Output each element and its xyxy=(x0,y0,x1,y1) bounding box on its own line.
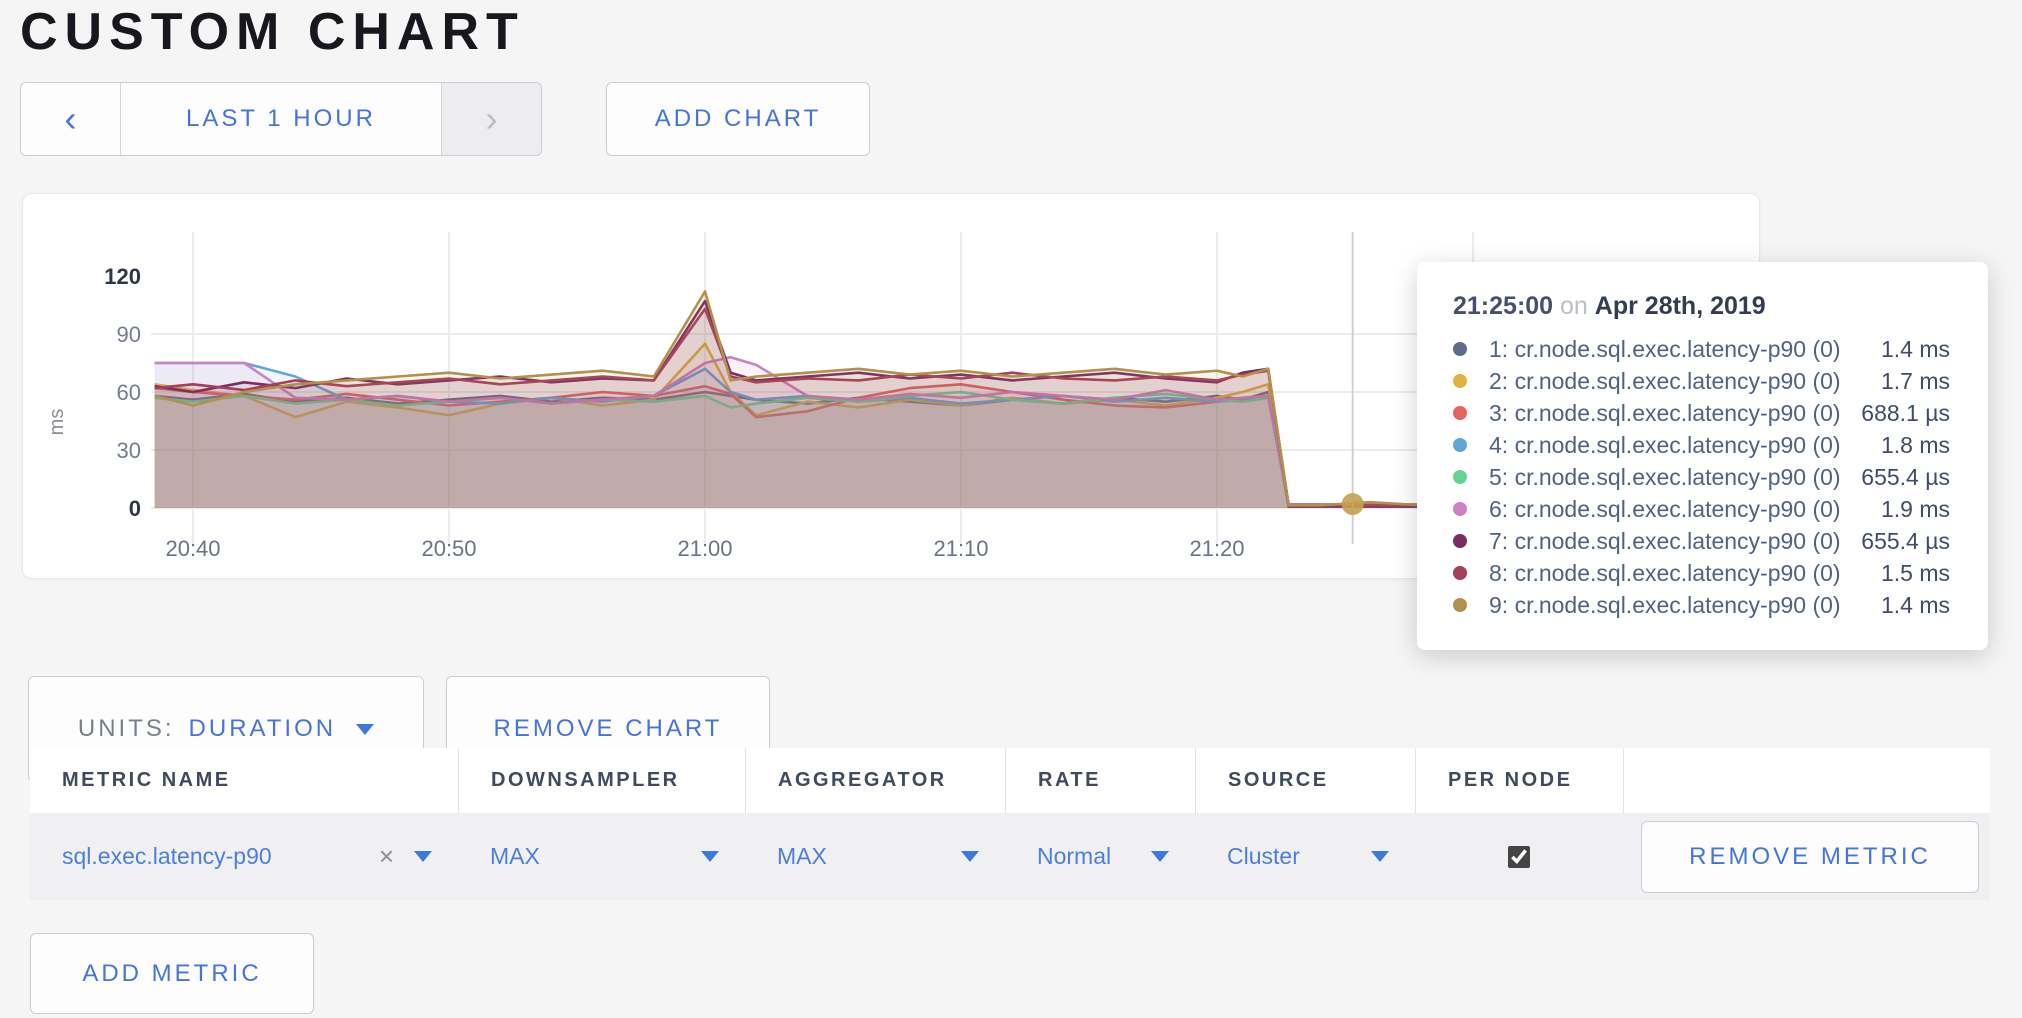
chart-hover-tooltip: 21:25:00 on Apr 28th, 2019 1: cr.node.sq… xyxy=(1417,262,1988,650)
x-tick-label: 21:10 xyxy=(933,536,988,561)
tooltip-series-row: 7: cr.node.sql.exec.latency-p90 (0)655.4… xyxy=(1453,525,1950,557)
col-header-metric-name: METRIC NAME xyxy=(30,748,458,813)
chevron-left-icon: ‹ xyxy=(65,101,77,137)
series-color-dot xyxy=(1453,566,1467,580)
x-tick-label: 20:40 xyxy=(165,536,220,561)
chevron-down-icon xyxy=(356,724,374,735)
metric-name-controls: × xyxy=(379,841,432,872)
col-header-source: SOURCE xyxy=(1195,748,1415,813)
aggregator-select[interactable]: MAX xyxy=(745,843,1005,870)
remove-metric-button[interactable]: REMOVE METRIC xyxy=(1641,821,1979,893)
tooltip-series-list: 1: cr.node.sql.exec.latency-p90 (0)1.4 m… xyxy=(1453,333,1950,621)
actions-cell: REMOVE METRIC xyxy=(1623,821,1990,893)
series-color-dot xyxy=(1453,470,1467,484)
col-header-aggregator: AGGREGATOR xyxy=(745,748,1005,813)
metric-name-dropdown[interactable]: sql.exec.latency-p90 xyxy=(62,843,379,870)
series-label: 8: cr.node.sql.exec.latency-p90 (0) xyxy=(1489,560,1881,587)
metric-name-cell: sql.exec.latency-p90 × xyxy=(30,841,458,872)
metric-table-row: sql.exec.latency-p90 × MAX MAX Normal Cl… xyxy=(30,813,1990,900)
series-color-dot xyxy=(1453,502,1467,516)
units-value: DURATION xyxy=(189,715,337,743)
add-chart-button[interactable]: ADD CHART xyxy=(606,82,870,156)
series-color-dot xyxy=(1453,406,1467,420)
tooltip-series-row: 9: cr.node.sql.exec.latency-p90 (0)1.4 m… xyxy=(1453,589,1950,621)
series-label: 6: cr.node.sql.exec.latency-p90 (0) xyxy=(1489,496,1881,523)
tooltip-series-row: 5: cr.node.sql.exec.latency-p90 (0)655.4… xyxy=(1453,461,1950,493)
series-value: 688.1 µs xyxy=(1861,400,1950,427)
col-header-downsampler: DOWNSAMPLER xyxy=(458,748,745,813)
chevron-down-icon xyxy=(701,851,719,862)
series-label: 2: cr.node.sql.exec.latency-p90 (0) xyxy=(1489,368,1881,395)
series-label: 1: cr.node.sql.exec.latency-p90 (0) xyxy=(1489,336,1881,363)
chevron-down-icon xyxy=(1371,851,1389,862)
y-tick-label: 120 xyxy=(104,264,141,289)
series-area-9 xyxy=(155,292,1550,509)
series-color-dot xyxy=(1453,534,1467,548)
units-label: UNITS: xyxy=(78,715,175,743)
series-value: 655.4 µs xyxy=(1861,528,1950,555)
source-value: Cluster xyxy=(1227,843,1300,870)
y-tick-label: 60 xyxy=(117,380,141,405)
series-value: 1.4 ms xyxy=(1881,336,1950,363)
y-tick-label: 0 xyxy=(129,496,141,521)
tooltip-series-row: 1: cr.node.sql.exec.latency-p90 (0)1.4 m… xyxy=(1453,333,1950,365)
time-window-current-button[interactable]: LAST 1 HOUR xyxy=(121,83,441,155)
y-axis-unit-label: ms xyxy=(46,409,68,436)
series-label: 3: cr.node.sql.exec.latency-p90 (0) xyxy=(1489,400,1861,427)
tooltip-date: Apr 28th, 2019 xyxy=(1595,292,1766,320)
col-header-rate: RATE xyxy=(1005,748,1195,813)
x-tick-label: 21:20 xyxy=(1189,536,1244,561)
series-value: 1.9 ms xyxy=(1881,496,1950,523)
time-window-selector: ‹ LAST 1 HOUR › xyxy=(20,82,542,156)
per-node-cell xyxy=(1415,846,1623,868)
time-window-next-button[interactable]: › xyxy=(441,83,541,155)
y-tick-label: 90 xyxy=(117,322,141,347)
per-node-checkbox[interactable] xyxy=(1508,846,1530,868)
tooltip-time: 21:25:00 xyxy=(1453,292,1553,320)
page-title: CUSTOM CHART xyxy=(20,2,525,62)
tooltip-series-row: 8: cr.node.sql.exec.latency-p90 (0)1.5 m… xyxy=(1453,557,1950,589)
series-label: 9: cr.node.sql.exec.latency-p90 (0) xyxy=(1489,592,1881,619)
rate-select[interactable]: Normal xyxy=(1005,843,1195,870)
series-value: 1.4 ms xyxy=(1881,592,1950,619)
series-label: 5: cr.node.sql.exec.latency-p90 (0) xyxy=(1489,464,1861,491)
chevron-down-icon[interactable] xyxy=(414,851,432,862)
col-header-per-node: PER NODE xyxy=(1415,748,1623,813)
chevron-down-icon xyxy=(961,851,979,862)
tooltip-title: 21:25:00 on Apr 28th, 2019 xyxy=(1453,292,1950,321)
series-color-dot xyxy=(1453,342,1467,356)
clear-metric-icon[interactable]: × xyxy=(379,841,394,872)
hover-point xyxy=(1342,493,1364,515)
chevron-right-icon: › xyxy=(486,101,498,137)
chevron-down-icon xyxy=(1151,851,1169,862)
series-value: 1.8 ms xyxy=(1881,432,1950,459)
series-color-dot xyxy=(1453,598,1467,612)
series-value: 1.7 ms xyxy=(1881,368,1950,395)
series-value: 1.5 ms xyxy=(1881,560,1950,587)
tooltip-series-row: 2: cr.node.sql.exec.latency-p90 (0)1.7 m… xyxy=(1453,365,1950,397)
series-label: 7: cr.node.sql.exec.latency-p90 (0) xyxy=(1489,528,1861,555)
tooltip-series-row: 6: cr.node.sql.exec.latency-p90 (0)1.9 m… xyxy=(1453,493,1950,525)
col-header-actions xyxy=(1623,748,1990,813)
downsampler-select[interactable]: MAX xyxy=(458,843,745,870)
tooltip-connector: on xyxy=(1560,292,1595,320)
x-tick-label: 20:50 xyxy=(421,536,476,561)
series-color-dot xyxy=(1453,438,1467,452)
series-label: 4: cr.node.sql.exec.latency-p90 (0) xyxy=(1489,432,1881,459)
custom-chart-page: CUSTOM CHART ‹ LAST 1 HOUR › ADD CHART 0… xyxy=(0,0,2022,1018)
source-select[interactable]: Cluster xyxy=(1195,843,1415,870)
rate-value: Normal xyxy=(1037,843,1111,870)
aggregator-value: MAX xyxy=(777,843,827,870)
series-value: 655.4 µs xyxy=(1861,464,1950,491)
x-tick-label: 21:00 xyxy=(677,536,732,561)
time-window-prev-button[interactable]: ‹ xyxy=(21,83,121,155)
tooltip-series-row: 3: cr.node.sql.exec.latency-p90 (0)688.1… xyxy=(1453,397,1950,429)
add-metric-button[interactable]: ADD METRIC xyxy=(30,933,314,1014)
tooltip-series-row: 4: cr.node.sql.exec.latency-p90 (0)1.8 m… xyxy=(1453,429,1950,461)
series-color-dot xyxy=(1453,374,1467,388)
downsampler-value: MAX xyxy=(490,843,540,870)
y-tick-label: 30 xyxy=(117,438,141,463)
metrics-table-header: METRIC NAME DOWNSAMPLER AGGREGATOR RATE … xyxy=(30,748,1990,813)
